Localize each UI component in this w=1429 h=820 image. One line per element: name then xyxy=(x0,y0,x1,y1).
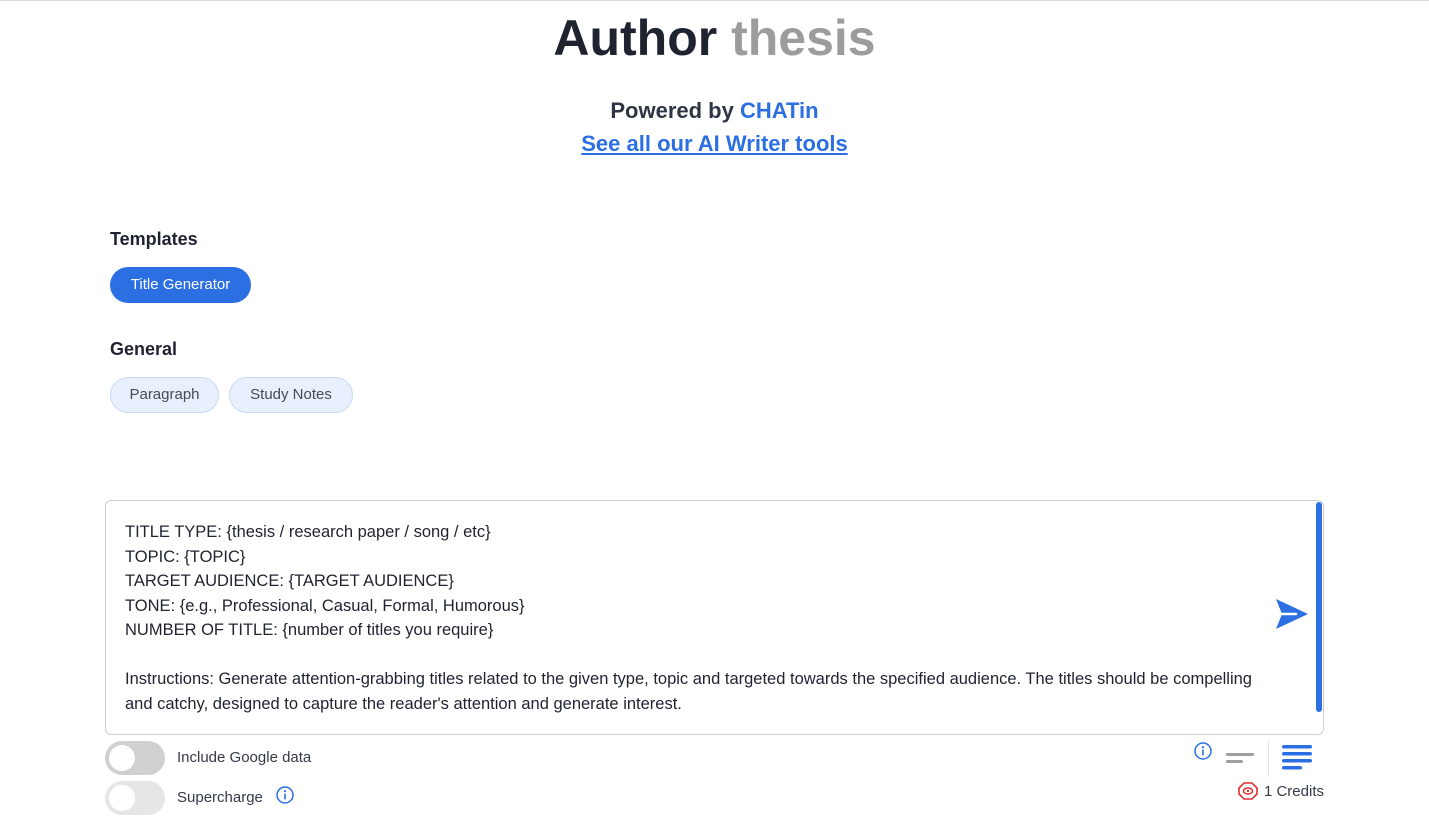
google-data-label: Include Google data xyxy=(177,749,312,766)
powered-prefix: Powered by xyxy=(610,98,734,123)
output-divider xyxy=(1268,741,1269,777)
credits-display: 1 Credits xyxy=(1238,781,1324,801)
tools-link-wrapper: See all our AI Writer tools xyxy=(0,130,1429,158)
page-title: Author thesis xyxy=(0,7,1429,69)
supercharge-toggle[interactable] xyxy=(105,781,165,815)
prompt-line-target-audience: TARGET AUDIENCE: {TARGET AUDIENCE} xyxy=(125,572,454,590)
ai-writer-tools-link[interactable]: See all our AI Writer tools xyxy=(581,131,848,156)
templates-heading: Templates xyxy=(110,229,198,249)
template-chip-title-generator[interactable]: Title Generator xyxy=(110,267,251,303)
page-title-main: Author xyxy=(553,10,718,66)
prompt-line-number-of-title: NUMBER OF TITLE: {number of titles you r… xyxy=(125,621,494,639)
send-button[interactable] xyxy=(1274,597,1310,631)
prompt-instructions: Instructions: Generate attention-grabbin… xyxy=(125,670,1252,713)
editor-scrollbar[interactable] xyxy=(1316,502,1322,712)
prompt-text[interactable]: TITLE TYPE: {thesis / research paper / s… xyxy=(125,520,1255,716)
powered-by: Powered by CHATin xyxy=(0,97,1429,125)
prompt-line-tone: TONE: {e.g., Professional, Casual, Forma… xyxy=(125,596,525,615)
google-data-toggle[interactable] xyxy=(105,741,165,775)
short-output-button[interactable] xyxy=(1224,747,1256,769)
prompt-editor[interactable]: TITLE TYPE: {thesis / research paper / s… xyxy=(105,500,1324,735)
google-data-toggle-knob xyxy=(109,745,135,771)
output-length-info-icon[interactable] xyxy=(1194,742,1212,760)
send-icon xyxy=(1276,599,1308,629)
page-title-accent: thesis xyxy=(731,10,876,66)
general-chip-paragraph[interactable]: Paragraph xyxy=(110,377,219,413)
prompt-line-topic: TOPIC: {TOPIC} xyxy=(125,547,246,566)
prompt-line-title-type: TITLE TYPE: {thesis / research paper / s… xyxy=(125,523,491,541)
general-chip-study-notes[interactable]: Study Notes xyxy=(229,377,353,413)
general-heading: General xyxy=(110,339,178,359)
supercharge-label: Supercharge xyxy=(177,789,263,806)
supercharge-toggle-knob xyxy=(109,785,135,811)
short-lines-icon xyxy=(1226,753,1254,763)
prompt-blank-line xyxy=(125,643,1255,668)
supercharge-info-icon[interactable] xyxy=(276,786,294,804)
credits-label: 1 Credits xyxy=(1263,782,1324,800)
long-output-button[interactable] xyxy=(1280,744,1314,772)
long-lines-icon xyxy=(1282,745,1312,770)
credits-icon xyxy=(1238,782,1258,800)
powered-brand-link[interactable]: CHATin xyxy=(740,98,819,123)
